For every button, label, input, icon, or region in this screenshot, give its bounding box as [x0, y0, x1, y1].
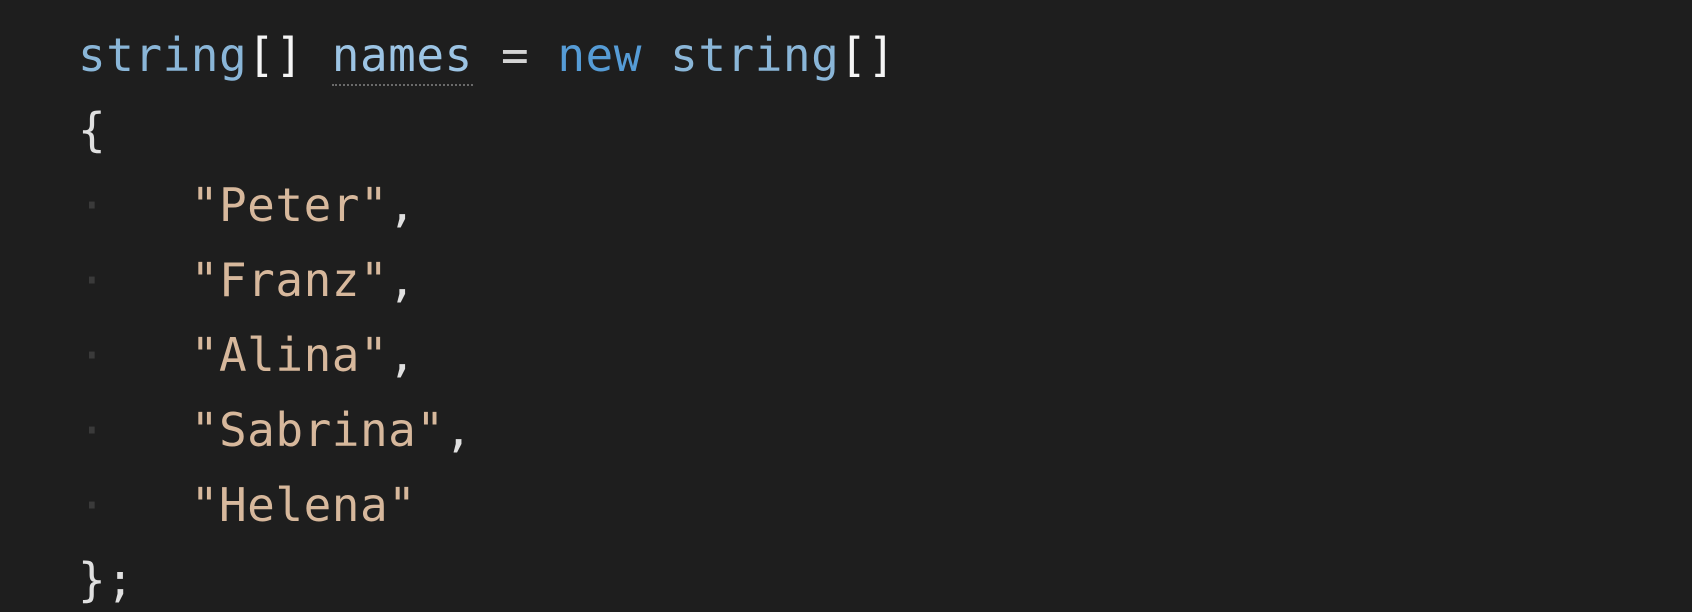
code-editor-content[interactable]: string[] names = new string[] { · "Peter…: [0, 0, 1692, 612]
indent: [106, 253, 191, 307]
code-line-item: · "Peter",: [78, 178, 416, 232]
space: [473, 28, 501, 82]
comma: ,: [445, 403, 473, 457]
indent-guide: ·: [78, 178, 106, 232]
string-literal: "Alina": [191, 328, 388, 382]
new-keyword: new: [557, 28, 642, 82]
comma: ,: [388, 253, 416, 307]
string-literal: "Franz": [191, 253, 388, 307]
string-literal: "Helena": [191, 478, 417, 532]
indent-guide: ·: [78, 403, 106, 457]
space: [304, 28, 332, 82]
type-keyword: string: [670, 28, 839, 82]
equals-operator: =: [501, 28, 529, 82]
comma: ,: [388, 328, 416, 382]
indent: [106, 328, 191, 382]
code-line-1: string[] names = new string[]: [78, 28, 896, 86]
string-literal: "Sabrina": [191, 403, 445, 457]
brackets: []: [247, 28, 303, 82]
code-line-item: · "Sabrina",: [78, 403, 473, 457]
space: [529, 28, 557, 82]
type-keyword: string: [78, 28, 247, 82]
code-line-item: · "Franz",: [78, 253, 416, 307]
code-line-item: · "Alina",: [78, 328, 416, 382]
brackets: []: [839, 28, 895, 82]
open-brace: {: [78, 103, 106, 157]
code-line-brace-close: };: [78, 553, 134, 607]
close-brace-semicolon: };: [78, 553, 134, 607]
string-literal: "Peter": [191, 178, 388, 232]
indent: [106, 478, 191, 532]
indent-guide: ·: [78, 478, 106, 532]
code-line-item: · "Helena": [78, 478, 416, 532]
code-line-brace-open: {: [78, 103, 106, 157]
comma: ,: [388, 178, 416, 232]
indent-guide: ·: [78, 328, 106, 382]
indent: [106, 403, 191, 457]
indent: [106, 178, 191, 232]
variable-name: names: [332, 28, 473, 86]
indent-guide: ·: [78, 253, 106, 307]
space: [642, 28, 670, 82]
